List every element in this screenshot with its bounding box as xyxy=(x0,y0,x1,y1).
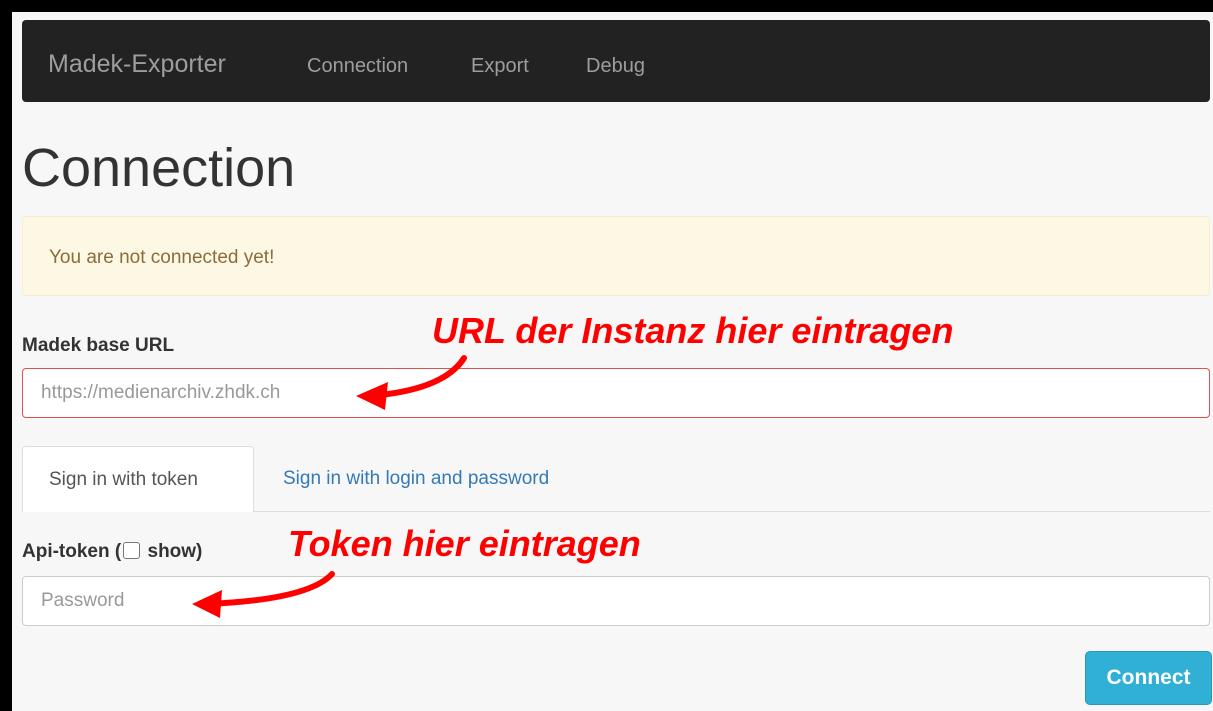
nav-link-export[interactable]: Export xyxy=(471,55,529,78)
nav-link-debug[interactable]: Debug xyxy=(586,55,645,78)
show-token-checkbox[interactable] xyxy=(123,542,141,559)
token-hint-annotation: Token hier eintragen xyxy=(288,523,641,564)
app-page: Madek-Exporter Connection Export Debug C… xyxy=(12,12,1213,711)
brand-link[interactable]: Madek-Exporter xyxy=(48,50,226,79)
alert-message: You are not connected yet! xyxy=(49,247,275,268)
api-token-label-text: Api-token ( xyxy=(22,541,122,562)
navbar: Madek-Exporter Connection Export Debug xyxy=(22,20,1210,102)
page-title: Connection xyxy=(22,138,296,198)
connect-button[interactable]: Connect xyxy=(1085,651,1212,705)
show-token-label: show) xyxy=(142,541,203,562)
url-hint-annotation: URL der Instanz hier eintragen xyxy=(432,310,954,351)
tab-sign-in-login[interactable]: Sign in with login and password xyxy=(283,468,549,490)
api-token-label: Api-token ( show) xyxy=(22,541,202,563)
tab-sign-in-token-label: Sign in with token xyxy=(49,469,198,490)
nav-link-connection[interactable]: Connection xyxy=(307,55,408,78)
warning-alert: You are not connected yet! xyxy=(22,216,1210,296)
api-token-input[interactable] xyxy=(22,576,1210,626)
base-url-input[interactable] xyxy=(22,368,1210,418)
url-label: Madek base URL xyxy=(22,335,175,356)
tab-sign-in-token[interactable]: Sign in with token xyxy=(22,446,254,512)
